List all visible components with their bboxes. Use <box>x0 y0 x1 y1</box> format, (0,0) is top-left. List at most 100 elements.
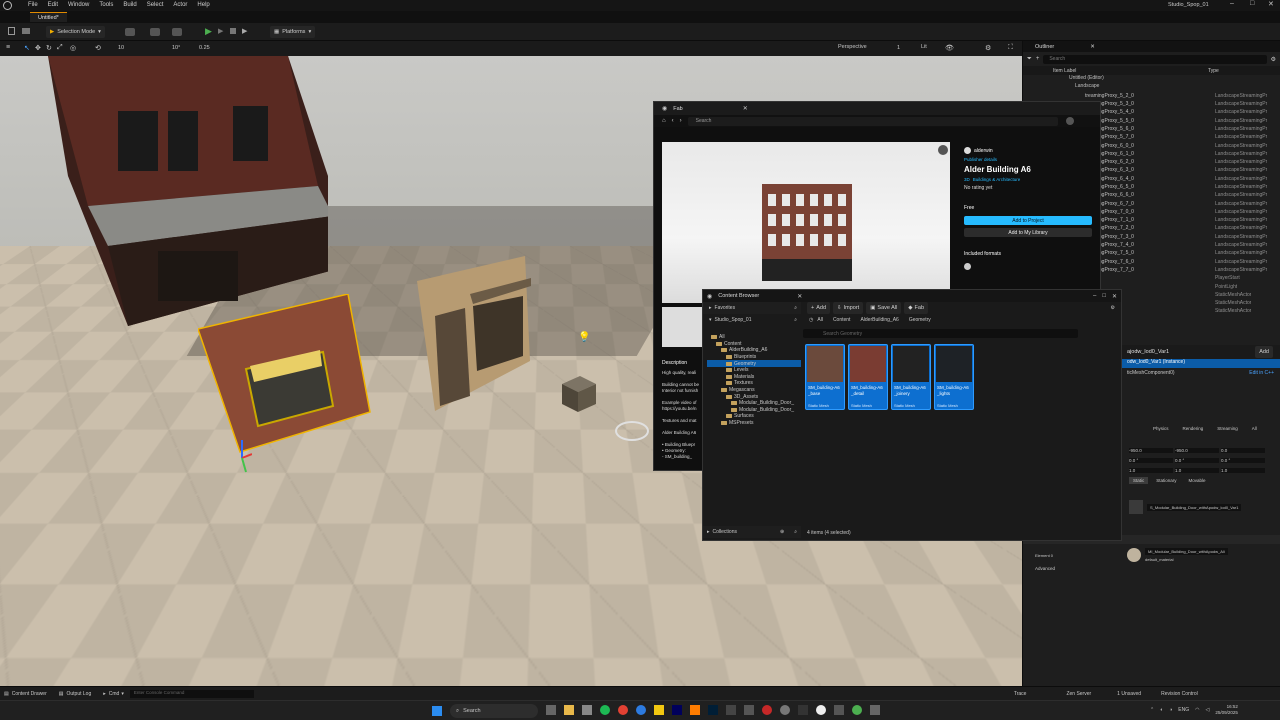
level-tab[interactable]: Untitled* <box>30 12 67 22</box>
tab-physics[interactable]: Physics <box>1153 426 1169 431</box>
add-component-button[interactable]: Add <box>1255 346 1273 358</box>
folder-tree-item[interactable]: Content <box>707 341 801 348</box>
notes-icon[interactable] <box>654 705 664 715</box>
after-effects-icon[interactable] <box>672 705 682 715</box>
minimize-button[interactable]: – <box>1093 293 1096 299</box>
scale-x[interactable]: 1.0 <box>1129 467 1173 473</box>
scale-snap-value[interactable]: 0.25 <box>199 45 210 51</box>
move-tool-icon[interactable]: ✥ <box>35 44 41 52</box>
folder-tree-item[interactable]: AlderBuilding_A6 <box>707 347 801 354</box>
illustrator-icon[interactable] <box>690 705 700 715</box>
add-icon[interactable]: + <box>1036 56 1040 62</box>
selected-door-wall-mesh[interactable] <box>197 293 373 454</box>
tree-root[interactable]: Untitled (Editor) <box>1023 75 1280 83</box>
folder-tree-item[interactable]: Blueprints <box>707 354 801 361</box>
content-drawer-button[interactable]: ▤ Content Drawer <box>4 691 47 697</box>
forward-icon[interactable]: › <box>680 118 682 124</box>
folder-tree-item[interactable]: Surfaces <box>707 413 801 420</box>
menu-actor[interactable]: Actor <box>173 2 187 8</box>
rotation-snap-value[interactable]: 10° <box>172 45 180 51</box>
rotation-z[interactable]: 0.0 ° <box>1221 457 1265 463</box>
item-label-header[interactable]: Item Label <box>1053 68 1208 74</box>
platforms-dropdown[interactable]: ▦ Platforms ▾ <box>270 26 316 38</box>
task-view-icon[interactable] <box>546 705 556 715</box>
photoshop-icon[interactable] <box>708 705 718 715</box>
back-icon[interactable]: ‹ <box>672 118 674 124</box>
transform-gizmo[interactable] <box>232 438 253 474</box>
folder-tree-item[interactable]: Modular_Building_Door_ <box>707 400 801 407</box>
app-icon[interactable] <box>780 705 790 715</box>
menu-file[interactable]: File <box>28 2 38 8</box>
cmd-dropdown[interactable]: ▸ Cmd ▾ <box>103 691 124 697</box>
product-preview[interactable] <box>662 142 950 303</box>
blueprint-icon[interactable] <box>150 28 160 36</box>
publisher-name[interactable]: alderwin <box>974 148 993 154</box>
close-window-button[interactable]: ✕ <box>1112 293 1117 300</box>
mesh-field[interactable]: S_Modular_Building_Door_withApodw_lod0_V… <box>1147 503 1242 511</box>
camera-app-icon[interactable] <box>582 705 592 715</box>
scale-tool-icon[interactable]: ⤢ <box>57 44 63 52</box>
surface-snap-icon[interactable]: ⟲ <box>95 44 101 52</box>
unreal-engine-icon[interactable] <box>816 705 826 715</box>
location-y[interactable]: -950.0 <box>1175 447 1219 453</box>
scale-z[interactable]: 1.0 <box>1221 467 1265 473</box>
mesh-thumbnail[interactable] <box>1129 500 1143 514</box>
play-icon[interactable]: ▶ <box>205 26 212 37</box>
menu-tools[interactable]: Tools <box>99 2 113 8</box>
viewport-menu-icon[interactable]: ≡ <box>6 44 10 51</box>
add-to-library-button[interactable]: Add to My Library <box>964 228 1092 237</box>
save-all-button[interactable]: ▣ Save All <box>866 302 902 314</box>
mobility-movable[interactable]: Movable <box>1185 477 1210 484</box>
settings-icon[interactable]: ⚙ <box>1271 56 1276 63</box>
add-actor-icon[interactable] <box>125 28 135 36</box>
file-explorer-icon[interactable] <box>564 705 574 715</box>
location-z[interactable]: 0.0 <box>1221 447 1265 453</box>
step-icon[interactable]: ▶ <box>218 27 223 35</box>
perspective-dropdown[interactable]: Perspective <box>838 44 867 50</box>
scale-y[interactable]: 1.0 <box>1175 467 1219 473</box>
user-avatar[interactable] <box>1065 117 1074 125</box>
grid-snap-value[interactable]: 10 <box>118 45 124 51</box>
search-icon[interactable]: ⌕ <box>794 529 797 535</box>
tree-landscape[interactable]: Landscape <box>1023 83 1280 91</box>
tab-streaming[interactable]: Streaming <box>1217 426 1238 431</box>
material-field[interactable]: MI_Modular_Building_Door_withApodw_Ali <box>1145 548 1228 555</box>
app-icon[interactable]: ◑ <box>1169 707 1172 713</box>
import-button[interactable]: ⇩ Import <box>833 302 864 314</box>
location-x[interactable]: -950.0 <box>1129 447 1173 453</box>
close-tab-icon[interactable]: ✕ <box>797 293 802 300</box>
asset-tile[interactable]: SM_building-A6 _lights Static Mesh <box>934 344 974 410</box>
breadcrumb-content[interactable]: Content <box>833 317 851 323</box>
tall-building-mesh[interactable] <box>48 56 348 326</box>
cb-search-input[interactable]: Search Geometry <box>803 329 1078 338</box>
asset-tile[interactable]: SM_building-A6 _base Static Mesh <box>805 344 845 410</box>
folder-tree-item[interactable]: Materials <box>707 374 801 381</box>
project-header[interactable]: ▾ Studio_Spop_01 ⌕ <box>703 314 801 326</box>
maximize-button[interactable]: □ <box>1102 293 1106 299</box>
output-log-button[interactable]: ▤ Output Log <box>59 691 91 697</box>
maximize-viewport-icon[interactable]: ⛶ <box>1008 44 1013 52</box>
app-icon[interactable] <box>798 705 808 715</box>
edge-icon[interactable] <box>636 705 646 715</box>
tab-all[interactable]: All <box>1252 426 1257 431</box>
app-icon[interactable] <box>870 705 880 715</box>
home-icon[interactable]: ⌂ <box>662 118 666 124</box>
type-header[interactable]: Type <box>1208 68 1219 74</box>
expand-icon[interactable] <box>938 145 948 155</box>
unsaved-button[interactable]: 1 Unsaved <box>1117 691 1141 697</box>
play-options-icon[interactable]: ▶ <box>242 27 247 35</box>
world-space-icon[interactable]: ◎ <box>70 44 76 52</box>
add-collection-icon[interactable]: ⊕ <box>780 529 784 535</box>
folder-tree-item[interactable]: 3D_Assets <box>707 393 801 400</box>
rotation-x[interactable]: 0.0 ° <box>1129 457 1173 463</box>
publisher-details-link[interactable]: Publisher details <box>964 157 1099 162</box>
zen-server-button[interactable]: Zen Server <box>1066 691 1091 697</box>
close-tab-icon[interactable]: ✕ <box>1090 44 1095 50</box>
stop-icon[interactable] <box>230 28 236 34</box>
clock[interactable]: 16:52 25/09/2025 <box>1215 704 1238 716</box>
search-icon[interactable]: ⌕ <box>794 305 797 311</box>
close-window-button[interactable]: ✕ <box>1268 0 1274 8</box>
folder-tree-item[interactable]: Geometry <box>707 360 801 367</box>
camera-speed-value[interactable]: 1 <box>897 45 900 51</box>
spotify-icon[interactable] <box>600 705 610 715</box>
